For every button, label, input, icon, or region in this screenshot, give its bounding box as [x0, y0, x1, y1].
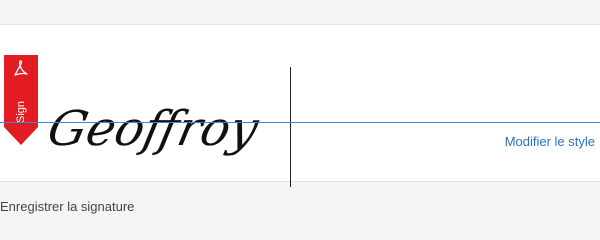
signature-area[interactable]: Sign Geoffroy	[0, 24, 600, 187]
save-signature-label: Enregistrer la signature	[0, 199, 135, 214]
change-style-link[interactable]: Modifier le style	[505, 134, 595, 149]
signature-glyphs: Geoffroy	[43, 101, 264, 156]
signature-panel: Sign Geoffroy Modifier le style Enregist…	[0, 0, 600, 240]
signature-text: Geoffroy	[43, 101, 264, 156]
sign-tab-label: Sign	[15, 100, 27, 124]
save-signature-option[interactable]: Enregistrer la signature	[0, 199, 134, 214]
text-cursor	[290, 67, 291, 187]
sign-here-tab: Sign	[4, 55, 38, 145]
signature-baseline	[0, 122, 600, 123]
